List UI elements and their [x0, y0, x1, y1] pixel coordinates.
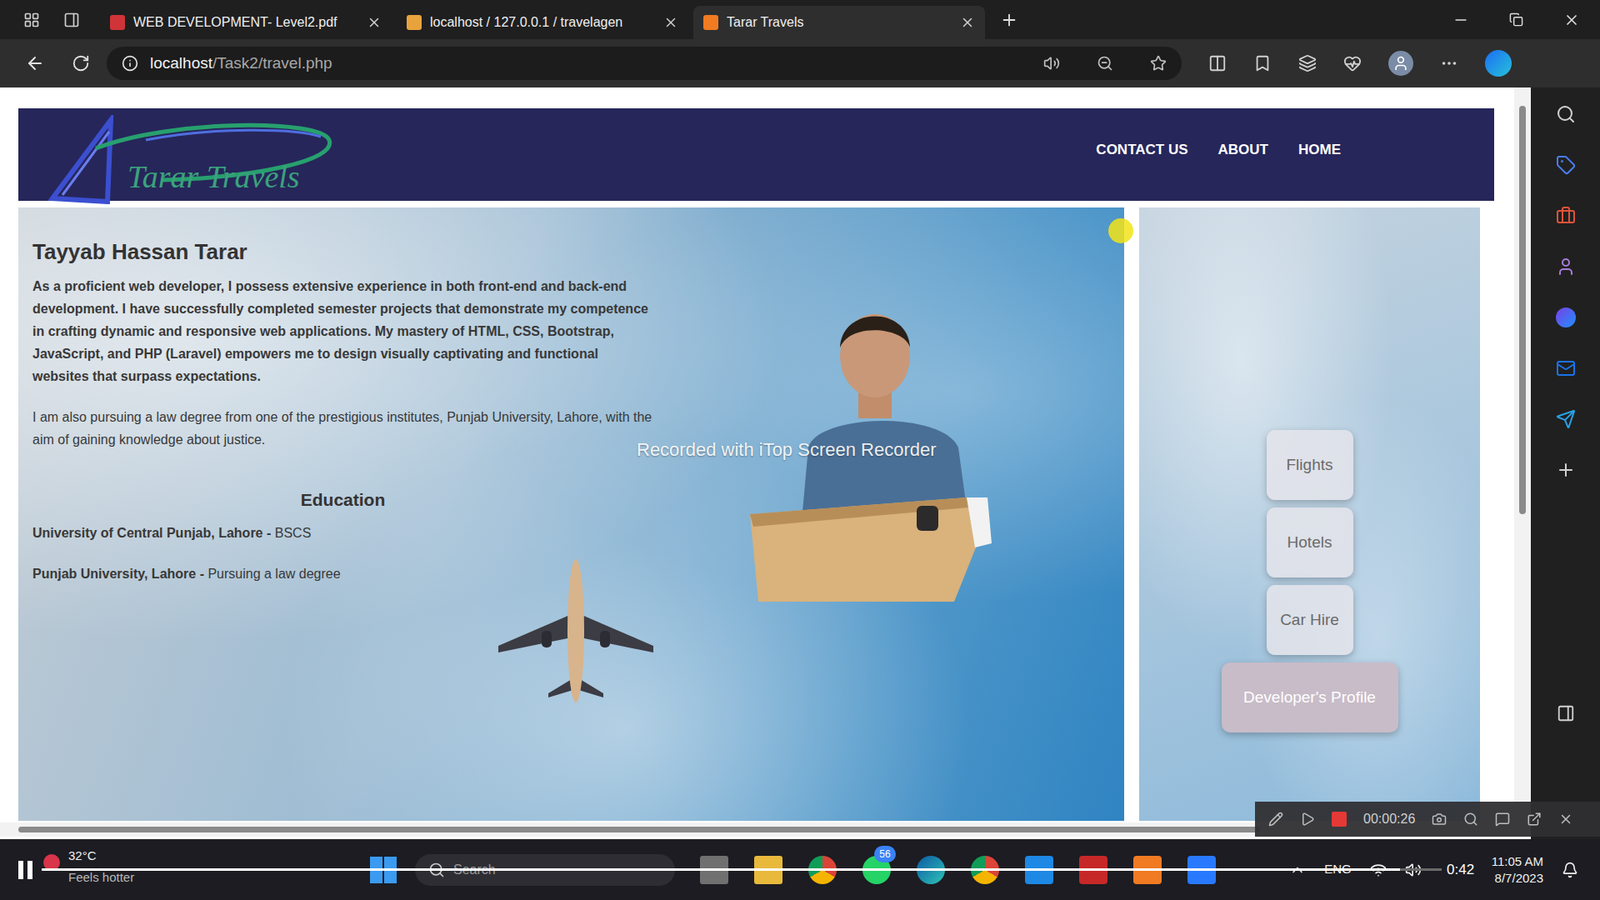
side-nav-button[interactable]: Developer's Profile: [1221, 662, 1399, 733]
collections-icon[interactable]: [1298, 54, 1317, 73]
m365-icon[interactable]: [1555, 307, 1576, 328]
site-logo[interactable]: Tarar Travels: [45, 115, 380, 205]
record-time: 00:00:26: [1363, 809, 1415, 830]
zoom-icon[interactable]: [1463, 811, 1479, 827]
zoom-icon[interactable]: [1096, 55, 1114, 72]
draw-icon[interactable]: [1268, 811, 1284, 827]
performance-icon[interactable]: [1343, 54, 1362, 73]
nav-link[interactable]: HOME: [1298, 139, 1341, 161]
site-info-icon[interactable]: [121, 55, 139, 72]
close-window-icon[interactable]: [1563, 11, 1580, 29]
profile-panel: Tayyab Hassan Tarar As a proficient web d…: [18, 207, 1125, 821]
minimize-icon[interactable]: [1452, 11, 1470, 29]
tools-icon[interactable]: [1555, 205, 1576, 226]
profile-paragraph: As a proficient web developer, I possess…: [32, 275, 654, 388]
weather-note: Feels hotter: [68, 870, 135, 885]
logo-text: Tarar Travels: [127, 158, 300, 195]
close-recorder-icon[interactable]: [1558, 811, 1574, 827]
page-viewport: Tarar Travels CONTACT US ABOUT HOME Tayyab H…: [0, 87, 1531, 840]
clock[interactable]: 11:05 AM8/7/2023: [1491, 853, 1544, 887]
close-icon[interactable]: [366, 15, 382, 30]
side-nav-button[interactable]: Hotels: [1266, 507, 1354, 578]
resume-icon[interactable]: [1300, 811, 1315, 827]
profile-avatar-icon[interactable]: [1388, 50, 1414, 76]
games-icon[interactable]: [1555, 256, 1576, 277]
recorder-watermark: Recorded with iTop Screen Recorder: [636, 438, 937, 462]
outlook-icon[interactable]: [1555, 358, 1576, 379]
tab-bar: WEB DEVELOPMENT- Level2.pdf localhost / 1…: [0, 0, 1600, 40]
hide-sidebar-icon[interactable]: [1556, 704, 1575, 723]
close-icon[interactable]: [960, 15, 975, 30]
stop-record-icon[interactable]: [1331, 811, 1347, 827]
side-panel: FlightsHotelsCar HireDeveloper's Profile: [1139, 207, 1480, 821]
recorder-toolbar: 00:00:26: [1255, 801, 1600, 837]
edge-sidebar: [1530, 87, 1600, 840]
pause-icon[interactable]: [18, 860, 33, 880]
screenshot-icon[interactable]: [1431, 811, 1447, 827]
tab-actions-icon[interactable]: [63, 11, 80, 29]
education-item: University of Central Punjab, Lahore - B…: [32, 521, 654, 545]
site-navbar: Tarar Travels CONTACT US ABOUT HOME: [18, 108, 1495, 201]
profile-text: Tayyab Hassan Tarar As a proficient web d…: [32, 207, 654, 821]
favorite-icon[interactable]: [1150, 55, 1167, 72]
tab-label: WEB DEVELOPMENT- Level2.pdf: [133, 12, 359, 33]
notifications-icon[interactable]: [1561, 861, 1579, 879]
restore-icon[interactable]: [1509, 12, 1524, 27]
browser-tab[interactable]: WEB DEVELOPMENT- Level2.pdf: [100, 5, 392, 40]
workspaces-icon[interactable]: [23, 11, 40, 29]
close-icon[interactable]: [663, 15, 679, 30]
weather-temp: 32°C: [68, 848, 135, 864]
nav-link[interactable]: ABOUT: [1218, 139, 1269, 161]
player-progress-track[interactable]: [41, 868, 1442, 871]
expand-icon[interactable]: [1526, 811, 1542, 827]
favorites-icon[interactable]: [1253, 54, 1272, 73]
screen: WEB DEVELOPMENT- Level2.pdf localhost / 1…: [0, 0, 1600, 900]
new-tab-icon[interactable]: [1000, 10, 1019, 30]
profile-paragraph: I am also pursuing a law degree from one…: [32, 405, 654, 451]
player-progress-fill: [41, 868, 1400, 871]
vertical-scrollbar[interactable]: [1514, 87, 1531, 823]
copilot-icon[interactable]: [1485, 50, 1512, 77]
browser-toolbar: localhost/Task2/travel.php: [0, 39, 1600, 88]
profile-name: Tayyab Hassan Tarar: [32, 238, 654, 265]
tab-label: Tarar Travels: [726, 12, 952, 33]
split-screen-icon[interactable]: [1208, 54, 1227, 73]
annotation-icon[interactable]: [1495, 811, 1510, 827]
search-icon[interactable]: [1555, 104, 1576, 125]
favicon-icon: [110, 15, 125, 30]
address-bar[interactable]: localhost/Task2/travel.php: [106, 46, 1182, 80]
browser-tab[interactable]: Tarar Travels: [693, 5, 985, 40]
browser-tab[interactable]: localhost / 127.0.0.1 / travelagen: [396, 5, 689, 40]
add-icon[interactable]: [1555, 460, 1576, 480]
airplane-icon: [498, 555, 654, 705]
drop-icon[interactable]: [1555, 409, 1576, 430]
read-aloud-icon[interactable]: [1043, 55, 1060, 72]
nav-link[interactable]: CONTACT US: [1095, 139, 1188, 161]
education-item: Punjab University, Lahore - Pursuing a l…: [32, 562, 654, 585]
education-heading: Education: [32, 487, 654, 513]
notification-badge: 56: [874, 845, 896, 863]
more-icon[interactable]: [1440, 54, 1459, 73]
address-text: localhost/Task2/travel.php: [150, 51, 333, 76]
favicon-icon: [703, 15, 719, 30]
side-nav-button[interactable]: Car Hire: [1266, 585, 1354, 655]
player-time: 0:42: [1446, 860, 1475, 880]
reload-icon[interactable]: [71, 54, 90, 73]
tab-label: localhost / 127.0.0.1 / travelagen: [430, 12, 655, 33]
favicon-icon: [406, 15, 422, 30]
shopping-icon[interactable]: [1555, 155, 1576, 175]
side-nav-button[interactable]: Flights: [1266, 430, 1354, 500]
cursor-highlight: [1108, 218, 1134, 244]
back-icon[interactable]: [25, 53, 45, 74]
